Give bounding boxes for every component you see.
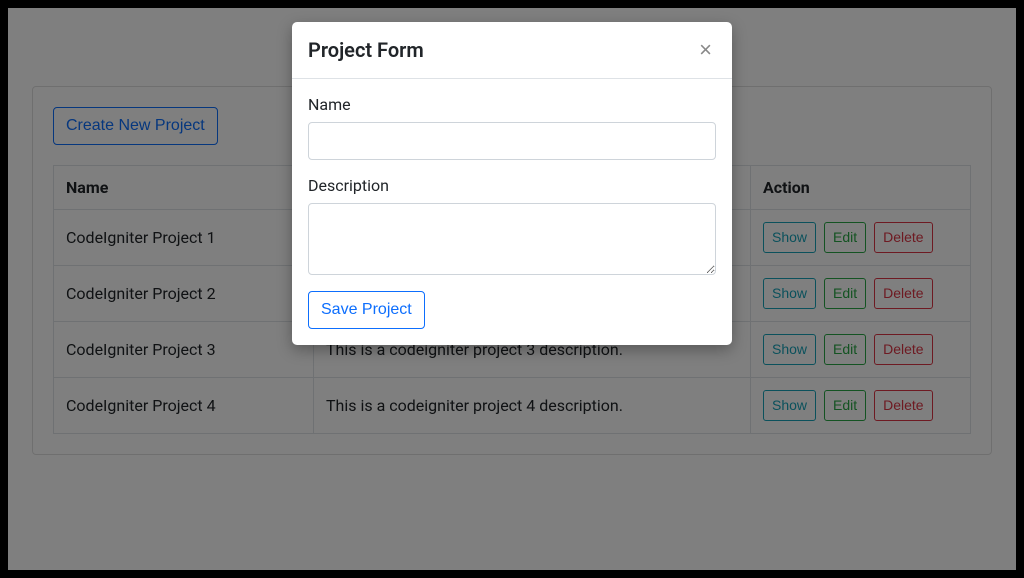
project-form-modal: Project Form × Name Description Save Pro…	[292, 22, 732, 345]
save-project-button[interactable]: Save Project	[308, 291, 425, 329]
description-textarea[interactable]	[308, 203, 716, 275]
name-input[interactable]	[308, 122, 716, 160]
modal-body: Name Description Save Project	[292, 79, 732, 345]
modal-title: Project Form	[308, 38, 424, 62]
form-group-name: Name	[308, 95, 716, 160]
close-icon[interactable]: ×	[695, 39, 716, 61]
form-group-description: Description	[308, 176, 716, 275]
description-label: Description	[308, 176, 716, 195]
name-label: Name	[308, 95, 716, 114]
modal-header: Project Form ×	[292, 22, 732, 79]
